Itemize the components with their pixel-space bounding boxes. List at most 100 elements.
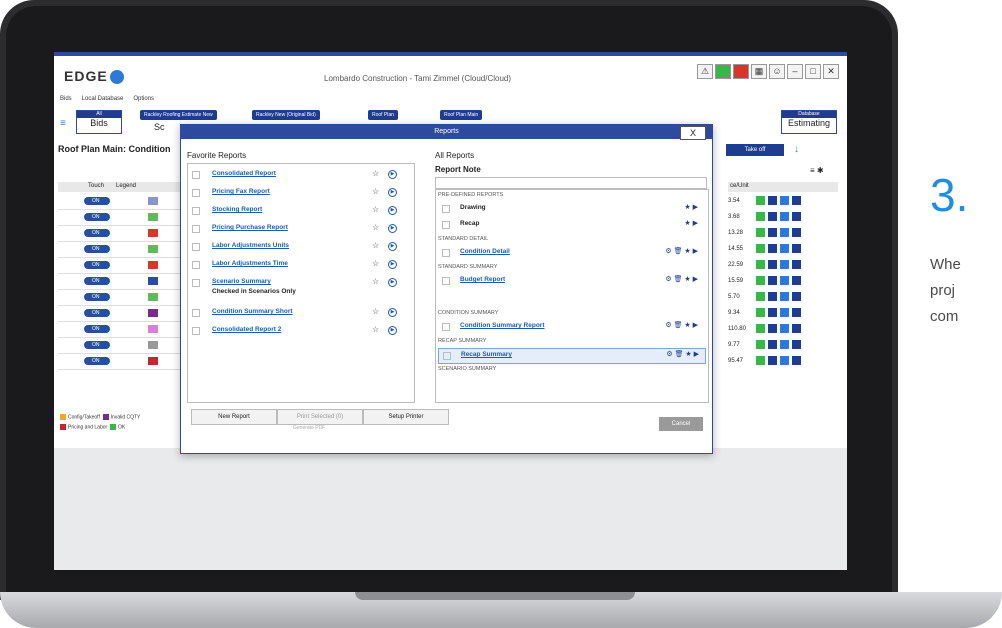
table-row[interactable]: ON (58, 226, 183, 242)
on-toggle[interactable]: ON (84, 277, 110, 285)
favorite-report-link[interactable]: Labor Adjustments Time (212, 260, 288, 267)
report-actions[interactable]: ⚙ 🗑 ★ ▶ (665, 275, 698, 283)
take-off-button[interactable]: Take off (726, 144, 784, 156)
edit-icon[interactable] (768, 260, 777, 269)
report-checkbox[interactable] (442, 249, 450, 257)
on-toggle[interactable]: ON (84, 261, 110, 269)
edit-icon[interactable] (768, 292, 777, 301)
report-checkbox[interactable] (192, 243, 200, 251)
delete-icon[interactable] (792, 340, 801, 349)
on-toggle[interactable]: ON (84, 229, 110, 237)
report-actions[interactable]: ⚙ 🗑 ★ ▶ (665, 247, 698, 255)
favorite-report-link[interactable]: Consolidated Report 2 (212, 326, 281, 333)
on-toggle[interactable]: ON (84, 325, 110, 333)
grid-view-icon[interactable] (756, 196, 765, 205)
grid-view-icon[interactable] (756, 340, 765, 349)
grid-view-icon[interactable] (756, 356, 765, 365)
on-toggle[interactable]: ON (84, 309, 110, 317)
star-icon[interactable]: ☆ (372, 259, 379, 268)
favorite-report-item[interactable]: Stocking Report ☆ ▶ (192, 204, 410, 218)
grid-view-icon[interactable] (756, 260, 765, 269)
copy-icon[interactable] (780, 356, 789, 365)
report-link[interactable]: Condition Detail (460, 248, 510, 255)
favorite-report-link[interactable]: Pricing Fax Report (212, 188, 270, 195)
table-row[interactable]: ON (58, 322, 183, 338)
table-row[interactable]: ON (58, 194, 183, 210)
report-link[interactable]: Recap Summary (461, 351, 512, 358)
grid-view-icon[interactable] (756, 276, 765, 285)
star-icon[interactable]: ☆ (372, 277, 379, 286)
grid-view-icon[interactable] (756, 212, 765, 221)
report-checkbox[interactable] (442, 323, 450, 331)
copy-icon[interactable] (780, 308, 789, 317)
generate-pdf-label[interactable]: Generate PDF (293, 425, 325, 431)
bids-tab[interactable]: All Bids (76, 110, 122, 134)
grid-icon[interactable]: ▦ (751, 64, 767, 79)
delete-icon[interactable] (792, 324, 801, 333)
report-checkbox[interactable] (192, 189, 200, 197)
table-row[interactable]: ON (58, 354, 183, 370)
report-checkbox[interactable] (192, 225, 200, 233)
report-item[interactable]: Recap ★ ▶ (438, 218, 704, 232)
report-link[interactable]: Condition Summary Report (460, 322, 545, 329)
favorite-report-link[interactable]: Pricing Purchase Report (212, 224, 288, 231)
run-report-icon[interactable]: ▶ (388, 170, 397, 179)
run-report-icon[interactable]: ▶ (388, 224, 397, 233)
report-actions[interactable]: ⚙ 🗑 ★ ▶ (665, 321, 698, 329)
arrow-down-icon[interactable]: ↓ (794, 144, 799, 155)
report-note-input[interactable] (435, 177, 707, 189)
delete-icon[interactable] (792, 260, 801, 269)
star-icon[interactable]: ☆ (372, 241, 379, 250)
report-actions[interactable]: ⚙ 🗑 ★ ▶ (666, 350, 699, 358)
delete-icon[interactable] (792, 228, 801, 237)
report-checkbox[interactable] (192, 327, 200, 335)
delete-icon[interactable] (792, 212, 801, 221)
star-icon[interactable]: ☆ (372, 169, 379, 178)
copy-icon[interactable] (780, 260, 789, 269)
favorite-report-item[interactable]: Consolidated Report ☆ ▶ (192, 168, 410, 182)
table-row[interactable]: ON (58, 338, 183, 354)
on-toggle[interactable]: ON (84, 213, 110, 221)
minimize-button[interactable]: – (787, 64, 803, 79)
run-report-icon[interactable]: ▶ (388, 326, 397, 335)
run-report-icon[interactable]: ▶ (388, 206, 397, 215)
table-row[interactable]: ON (58, 210, 183, 226)
copy-icon[interactable] (780, 212, 789, 221)
report-link[interactable]: Recap (460, 220, 480, 227)
favorite-report-item[interactable]: Pricing Fax Report ☆ ▶ (192, 186, 410, 200)
on-toggle[interactable]: ON (84, 293, 110, 301)
favorite-report-item[interactable]: Condition Summary Short ☆ ▶ (192, 306, 410, 320)
edit-icon[interactable] (768, 228, 777, 237)
on-toggle[interactable]: ON (84, 197, 110, 205)
status-green-icon[interactable] (715, 64, 731, 79)
close-window-button[interactable]: ✕ (823, 64, 839, 79)
grid-view-icon[interactable] (756, 308, 765, 317)
copy-icon[interactable] (780, 292, 789, 301)
copy-icon[interactable] (780, 340, 789, 349)
report-checkbox[interactable] (442, 277, 450, 285)
menu-options[interactable]: Options (133, 96, 154, 102)
report-checkbox[interactable] (192, 309, 200, 317)
run-report-icon[interactable]: ▶ (388, 308, 397, 317)
favorite-report-link[interactable]: Labor Adjustments Units (212, 242, 289, 249)
favorite-report-item[interactable]: Labor Adjustments Time ☆ ▶ (192, 258, 410, 272)
tab-roof-plan[interactable]: Roof Plan (368, 110, 398, 120)
table-row[interactable]: ON (58, 306, 183, 322)
table-row[interactable]: ON (58, 242, 183, 258)
alert-icon[interactable]: ⚠ (697, 64, 713, 79)
report-link[interactable]: Drawing (460, 204, 486, 211)
on-toggle[interactable]: ON (84, 357, 110, 365)
copy-icon[interactable] (780, 324, 789, 333)
delete-icon[interactable] (792, 276, 801, 285)
setup-printer-button[interactable]: Setup Printer (363, 409, 449, 425)
cancel-button[interactable]: Cancel (659, 417, 703, 431)
run-report-icon[interactable]: ▶ (388, 188, 397, 197)
edit-icon[interactable] (768, 244, 777, 253)
star-icon[interactable]: ☆ (372, 205, 379, 214)
copy-icon[interactable] (780, 244, 789, 253)
edit-icon[interactable] (768, 356, 777, 365)
tab-rackley-estimate[interactable]: Rackley Roofing Estimate New (140, 110, 217, 120)
favorite-report-link[interactable]: Condition Summary Short (212, 308, 293, 315)
database-tab[interactable]: Database Estimating (781, 110, 837, 134)
grid-view-icon[interactable] (756, 324, 765, 333)
